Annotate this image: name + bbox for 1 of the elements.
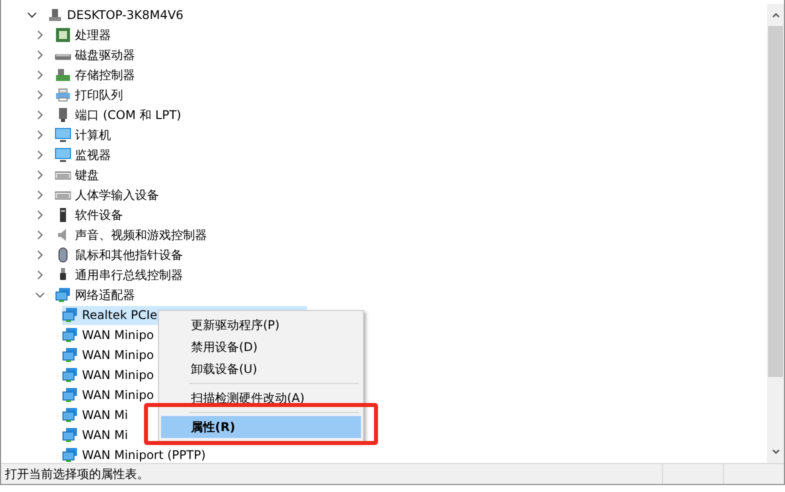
status-text: 打开当前选择项的属性表。: [4, 466, 150, 482]
